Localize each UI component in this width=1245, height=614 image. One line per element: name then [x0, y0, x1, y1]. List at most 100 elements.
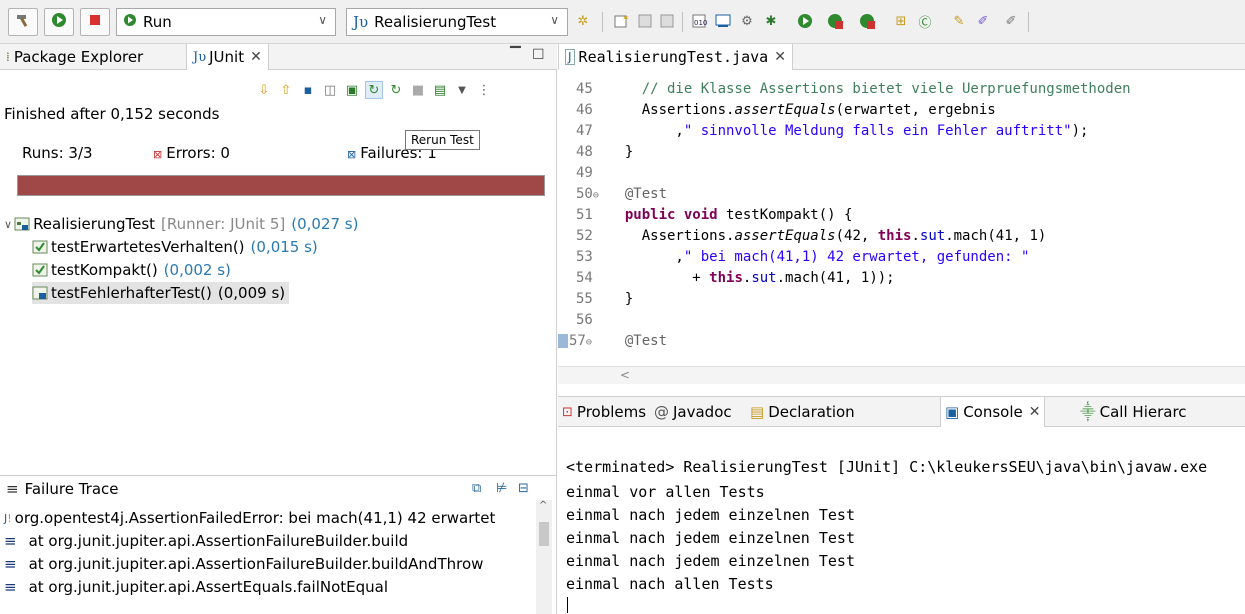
tab-javadoc[interactable]: @ Javadoc	[650, 397, 736, 427]
new-icon[interactable]: ✶	[612, 12, 630, 30]
code-text: }	[608, 290, 634, 307]
stop-button[interactable]	[80, 8, 110, 36]
failure-trace-header: ≡ Failure Trace ⧉ ⊭ ⊟	[0, 475, 557, 501]
save-icon[interactable]	[636, 12, 654, 30]
test-case-row[interactable]: testErwartetesVerhalten() (0,015 s)	[32, 236, 318, 258]
editor-horizontal-scrollbar[interactable]: <	[558, 366, 1245, 384]
code-text: + this.sut.mach(41, 1));	[608, 269, 895, 286]
tab-problems[interactable]: ⊡ Problems	[558, 397, 650, 427]
launch-config-label: RealisierungTest	[374, 13, 497, 31]
trace-line[interactable]: ≡ at org.junit.jupiter.api.AssertionFail…	[0, 530, 530, 552]
filter-trace-icon[interactable]: ⧉	[472, 481, 481, 496]
toolbar-separator	[602, 12, 603, 32]
scroll-lock-icon[interactable]: ▣	[343, 81, 361, 99]
binary-icon[interactable]: 010	[690, 12, 708, 30]
code-editor[interactable]: J RealisierungTest.java ✕ 45 // die Klas…	[558, 44, 1245, 384]
problems-icon: ⊡	[562, 404, 573, 420]
show-failures-only-icon[interactable]: ▪	[299, 81, 317, 99]
annotation-icon[interactable]: ✐	[1002, 12, 1020, 30]
stack-frame-icon: ≡	[4, 532, 17, 550]
stop-test-icon[interactable]: ■	[409, 81, 427, 99]
test-history-icon[interactable]: ▤	[431, 81, 449, 99]
junit-toolbar: ⇩ ⇧ ▪ ◫ ▣ ↻ ↻ ■ ▤ ▼ ⋮	[255, 79, 493, 101]
rerun-test-icon[interactable]: ↻	[365, 81, 383, 99]
launch-mode-label: Run	[143, 13, 172, 31]
test-progress-bar	[17, 175, 545, 196]
test-case-row[interactable]: testKompakt() (0,002 s)	[32, 259, 231, 281]
svg-text:010: 010	[694, 19, 707, 27]
close-icon[interactable]: ✕	[1029, 404, 1041, 420]
open-type-icon[interactable]: ✎	[950, 12, 968, 30]
terminal-icon[interactable]	[714, 12, 732, 30]
chevron-down-icon[interactable]: ▼	[453, 81, 471, 99]
skipped-tests-icon[interactable]: ◫	[321, 81, 339, 99]
javadoc-icon: @	[654, 403, 669, 421]
tools-icon[interactable]: ⚙	[738, 12, 756, 30]
tab-junit[interactable]: Jυ JUnit ✕	[186, 44, 269, 70]
new-package-icon[interactable]: ⊞	[892, 12, 910, 30]
junit-config-icon: Jυ	[353, 13, 369, 31]
code-text: }	[608, 143, 634, 160]
console-line: einmal nach jedem einzelnen Test	[566, 529, 855, 547]
code-text: ," bei mach(41,1) 42 erwartet, gefunden:…	[608, 248, 1030, 265]
run-icon	[51, 12, 67, 32]
line-number: 45	[576, 80, 593, 97]
failure-trace-icon: ≡	[6, 479, 19, 498]
trace-line[interactable]: ≡ at org.junit.jupiter.api.AssertionFail…	[0, 553, 530, 575]
rerun-failed-first-icon[interactable]: ↻	[387, 81, 405, 99]
trace-line[interactable]: ≡ at org.junit.jupiter.api.AssertEquals.…	[0, 576, 530, 598]
close-icon[interactable]: ✕	[250, 49, 262, 65]
tab-console[interactable]: ▣ Console ✕	[940, 397, 1046, 427]
tab-call-hierarchy[interactable]: ⸎ Call Hierarc	[1076, 397, 1191, 427]
chevron-left-icon: <	[620, 368, 631, 382]
trace-scrollbar[interactable]: ^	[536, 500, 552, 614]
console-line: einmal nach allen Tests	[566, 575, 774, 593]
copy-trace-icon[interactable]: ⊟	[518, 481, 529, 496]
next-failure-icon[interactable]: ⇩	[255, 81, 273, 99]
view-menu-icon[interactable]: ⋮	[475, 81, 493, 99]
compare-result-icon[interactable]: ⊭	[496, 481, 507, 496]
config-gear-icon[interactable]: ✲	[574, 12, 592, 30]
run-toolbar-icon[interactable]	[796, 12, 814, 30]
tab-realisierungtest-java[interactable]: J RealisierungTest.java ✕	[558, 44, 793, 70]
search-icon[interactable]: ✐	[974, 12, 992, 30]
previous-failure-icon[interactable]: ⇧	[277, 81, 295, 99]
debug-icon[interactable]: ✱	[762, 12, 780, 30]
code-text: @Test	[608, 332, 668, 349]
test-case-row-selected[interactable]: testFehlerhafterTest() (0,009 s)	[32, 282, 290, 304]
save-all-icon[interactable]	[658, 12, 676, 30]
tab-declaration-label: Declaration	[768, 403, 855, 421]
new-class-icon[interactable]: Ⓒ	[916, 12, 934, 31]
code-line: 53 ," bei mach(41,1) 42 erwartet, gefund…	[558, 246, 1029, 267]
runs-count: Runs: 3/3	[22, 144, 93, 162]
chevron-down-icon: ∨	[318, 13, 327, 27]
test-suite-failed-icon	[14, 216, 30, 232]
trace-text: at org.junit.jupiter.api.AssertionFailur…	[28, 532, 409, 550]
test-case-time: (0,015 s)	[250, 238, 318, 256]
test-suite-row[interactable]: ∨ RealisierungTest [Runner: JUnit 5] (0,…	[4, 213, 358, 235]
build-button[interactable]	[8, 8, 38, 36]
run-button[interactable]	[44, 8, 74, 36]
trace-line[interactable]: J! org.opentest4j.AssertionFailedError: …	[0, 507, 530, 529]
close-icon[interactable]: ✕	[774, 49, 786, 65]
line-number: 56	[576, 311, 593, 328]
external-tools-icon[interactable]	[858, 12, 876, 30]
scrollbar-thumb[interactable]	[539, 522, 549, 546]
toolbar-separator	[1028, 12, 1029, 32]
code-line: 57⊖ @Test	[558, 330, 667, 351]
stop-icon	[87, 12, 103, 32]
java-file-icon: J	[565, 49, 575, 65]
launch-mode-select[interactable]: Run ∨	[116, 8, 336, 36]
code-text: Assertions.assertEquals(42, this.sut.mac…	[608, 227, 1047, 244]
launch-config-select[interactable]: Jυ RealisierungTest ∨	[346, 8, 568, 36]
coverage-icon[interactable]	[826, 12, 844, 30]
minimize-icon[interactable]: ▔	[510, 47, 521, 63]
tab-package-explorer[interactable]: ⁞ Package Explorer	[0, 44, 149, 70]
console-line: einmal nach jedem einzelnen Test	[566, 506, 855, 524]
test-case-name: testErwartetesVerhalten()	[51, 238, 245, 256]
tab-declaration[interactable]: ▤ Declaration	[746, 397, 859, 427]
maximize-icon[interactable]: ☐	[532, 47, 545, 63]
test-case-name: testKompakt()	[51, 261, 158, 279]
code-text: Assertions.assertEquals(erwartet, ergebn…	[608, 101, 996, 118]
console-line: einmal vor allen Tests	[566, 483, 765, 501]
